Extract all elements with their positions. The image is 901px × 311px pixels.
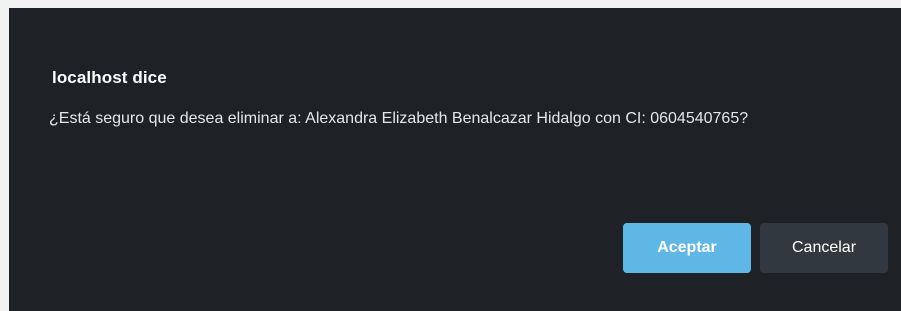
accept-button[interactable]: Aceptar [623,223,751,273]
confirm-dialog: localhost dice ¿Está seguro que desea el… [9,8,901,311]
cancel-button[interactable]: Cancelar [760,223,888,273]
dialog-message: ¿Está seguro que desea eliminar a: Alexa… [49,110,749,127]
dialog-title: localhost dice [52,68,167,87]
page-background: localhost dice ¿Está seguro que desea el… [0,0,901,311]
